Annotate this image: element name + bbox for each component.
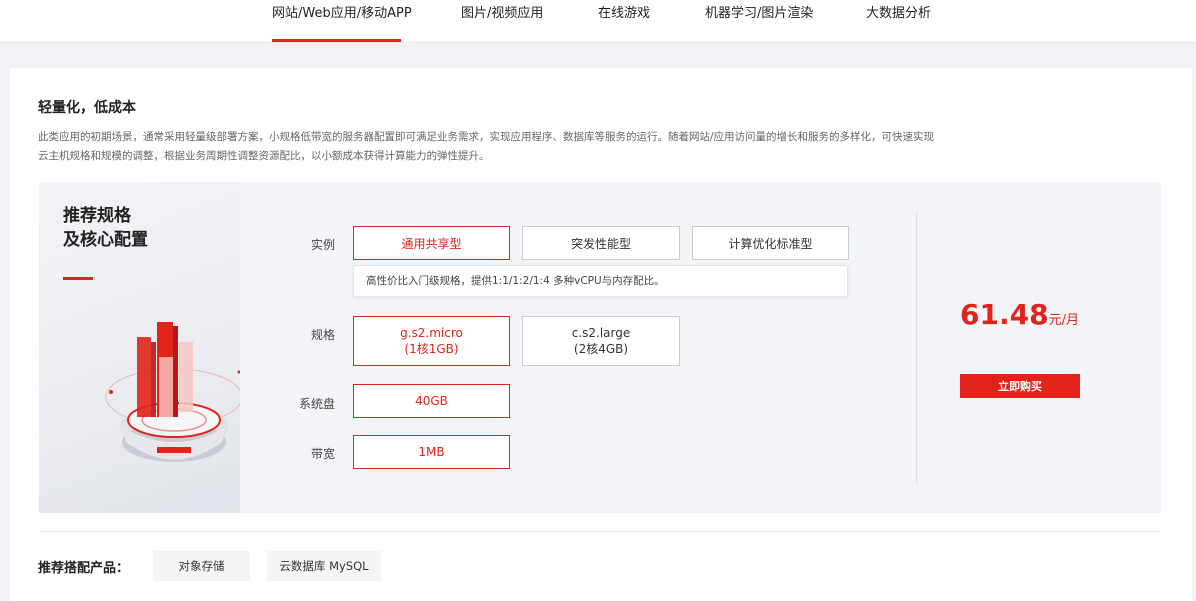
spec-name: g.s2.micro: [400, 326, 463, 340]
spec-name: c.s2.large: [571, 326, 631, 340]
recommend-label: 推荐搭配产品：: [38, 561, 130, 576]
tab-image-video[interactable]: 图片/视频应用: [461, 0, 543, 43]
spec-option-micro[interactable]: g.s2.micro (1核1GB): [353, 316, 510, 366]
active-tab-indicator: [272, 39, 401, 42]
price-divider: [916, 212, 917, 484]
disk-option[interactable]: 40GB: [353, 384, 510, 418]
buy-now-button[interactable]: 立即购买: [960, 374, 1080, 398]
spec-option-large[interactable]: c.s2.large (2核4GB): [522, 316, 680, 366]
section-divider: [39, 531, 1161, 532]
section-title: 轻量化，低成本: [38, 100, 136, 116]
instance-label: 实例: [310, 238, 335, 252]
visual-title-line: 推荐规格: [63, 206, 131, 226]
spec-detail: (1核1GB): [404, 342, 459, 356]
recommend-mysql[interactable]: 云数据库 MySQL: [267, 551, 381, 581]
scenario-tabs: 网站/Web应用/移动APP 图片/视频应用 在线游戏 机器学习/图片渲染 大数…: [0, 0, 1196, 43]
spec-label: 规格: [310, 328, 335, 342]
spec-detail: (2核4GB): [573, 342, 629, 356]
description-line: 云主机规格和规模的调整，根据业务周期性调整资源配比，以小额成本获得计算能力的弹性…: [38, 150, 490, 162]
bandwidth-option[interactable]: 1MB: [353, 435, 510, 469]
instance-tip: 高性价比入门级规格，提供1:1/1:2/1:4 多种vCPU与内存配比。: [353, 265, 848, 297]
visual-accent-bar: [63, 277, 93, 280]
section-description: 此类应用的初期场景，通常采用轻量级部署方案，小规格低带宽的服务器配置即可满足业务…: [38, 128, 948, 166]
tab-big-data[interactable]: 大数据分析: [866, 0, 931, 43]
visual-title: 推荐规格 及核心配置: [63, 204, 148, 252]
tab-online-games[interactable]: 在线游戏: [598, 0, 650, 43]
price-display: 61.48元/月: [960, 298, 1079, 331]
instance-option-shared[interactable]: 通用共享型: [353, 226, 510, 260]
price-amount: 61.48: [960, 298, 1049, 331]
tab-machine-learning[interactable]: 机器学习/图片渲染: [705, 0, 813, 43]
recommend-visual: 推荐规格 及核心配置: [39, 182, 240, 513]
disk-label: 系统盘: [298, 397, 335, 411]
price-unit: 元/月: [1048, 313, 1079, 328]
visual-title-line: 及核心配置: [63, 230, 148, 250]
instance-option-compute[interactable]: 计算优化标准型: [692, 226, 849, 260]
instance-option-burst[interactable]: 突发性能型: [522, 226, 680, 260]
recommend-object-storage[interactable]: 对象存储: [153, 551, 250, 581]
tab-web-app[interactable]: 网站/Web应用/移动APP: [272, 0, 412, 43]
server-illustration: [105, 322, 240, 462]
bandwidth-label: 带宽: [310, 447, 335, 461]
description-line: 此类应用的初期场景，通常采用轻量级部署方案，小规格低带宽的服务器配置即可满足业务…: [38, 131, 935, 143]
